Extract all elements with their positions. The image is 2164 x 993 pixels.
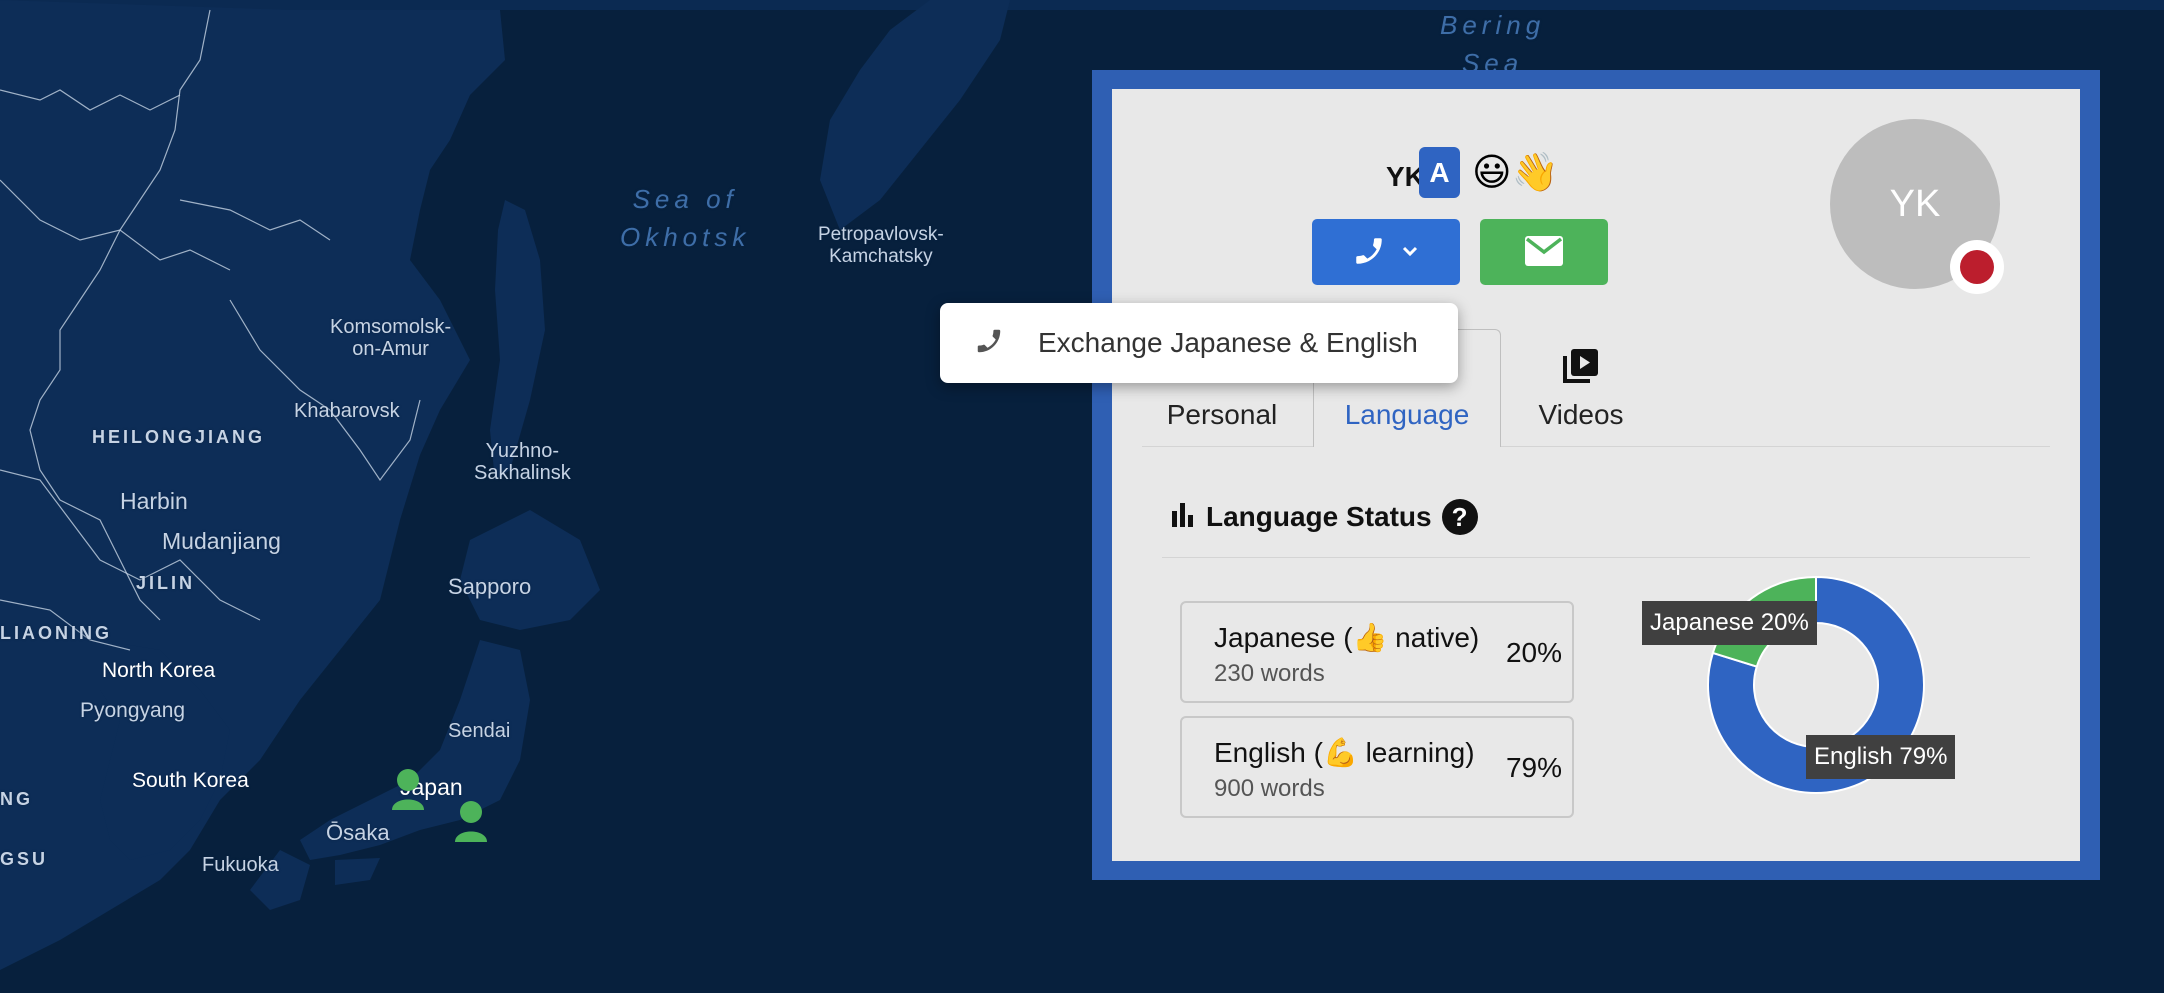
tab-videos[interactable]: Videos: [1516, 329, 1646, 447]
help-icon[interactable]: ?: [1441, 499, 1478, 535]
message-button[interactable]: [1480, 219, 1608, 285]
exchange-popup-text: Exchange Japanese & English: [1038, 327, 1418, 358]
map-label-khabarovsk: Khabarovsk: [294, 400, 400, 422]
language-status-heading: Language Status ?: [1170, 499, 1478, 535]
level-badge: A: [1419, 147, 1460, 198]
language-status-title: Language Status: [1206, 501, 1432, 532]
map-label-sendai: Sendai: [448, 720, 511, 742]
map-label-ng: NG: [0, 789, 33, 809]
language-word-count: 230 words: [1214, 660, 1325, 687]
language-card-english: English (💪 learning) 900 words 79%: [1180, 716, 1574, 818]
map-label-fukuoka: Fukuoka: [202, 854, 279, 876]
map-label-yuzhno: Yuzhno- Sakhalinsk: [474, 440, 571, 484]
call-button[interactable]: [1312, 219, 1460, 285]
exchange-popup[interactable]: Exchange Japanese & English: [940, 303, 1458, 383]
map-label-gsu: GSU: [0, 849, 49, 869]
status-emojis: 😃👋: [1472, 150, 1559, 194]
envelope-icon: [1525, 235, 1563, 269]
japan-flag-icon: [1950, 240, 2004, 294]
user-pin-icon[interactable]: [453, 800, 489, 842]
map-label-komsomolsk: Komsomolsk- on-Amur: [330, 316, 452, 360]
map-label-pyongyang: Pyongyang: [80, 699, 186, 722]
tab-language-label: Language: [1344, 399, 1470, 430]
profile-card: YK A 😃👋 YK Personal Language Videos Lang…: [1112, 89, 2080, 861]
map-label-osaka: Ōsaka: [326, 820, 390, 845]
phone-icon: [974, 326, 1004, 361]
chart-label-english: English 79%: [1806, 735, 1956, 779]
tab-personal-label: Personal: [1166, 399, 1278, 430]
chart-label-japanese: Japanese 20%: [1642, 601, 1817, 645]
map-label-north-korea: North Korea: [102, 659, 216, 682]
map-label-sapporo: Sapporo: [448, 574, 532, 599]
language-percent: 79%: [1505, 752, 1562, 783]
map-label-sea-of-okhotsk: Sea of Okhotsk: [620, 184, 751, 252]
language-name: Japanese (👍 native): [1214, 622, 1480, 653]
map-label-heilongjiang: HEILONGJIANG: [92, 427, 266, 447]
phone-icon: [1352, 234, 1386, 271]
language-card-japanese: Japanese (👍 native) 230 words 20%: [1180, 601, 1574, 703]
language-word-count: 900 words: [1214, 775, 1325, 802]
map-label-petropavlovsk: Petropavlovsk- Kamchatsky: [818, 224, 944, 267]
profile-panel: YK A 😃👋 YK Personal Language Videos Lang…: [1092, 70, 2100, 880]
map-label-south-korea: South Korea: [132, 769, 249, 792]
map-label-harbin: Harbin: [120, 488, 188, 514]
section-divider: [1162, 557, 2030, 558]
bar-chart-icon: [1170, 501, 1196, 534]
user-pin-icon[interactable]: [390, 768, 426, 810]
tab-videos-label: Videos: [1538, 399, 1624, 430]
map-label-liaoning: LIAONING: [0, 623, 112, 643]
language-percent: 20%: [1505, 637, 1562, 668]
language-name: English (💪 learning): [1214, 737, 1475, 768]
chevron-down-icon: [1400, 241, 1420, 264]
map-label-mudanjiang: Mudanjiang: [162, 528, 281, 554]
video-icon: [1562, 346, 1600, 391]
map-label-jilin: JILIN: [136, 573, 196, 593]
